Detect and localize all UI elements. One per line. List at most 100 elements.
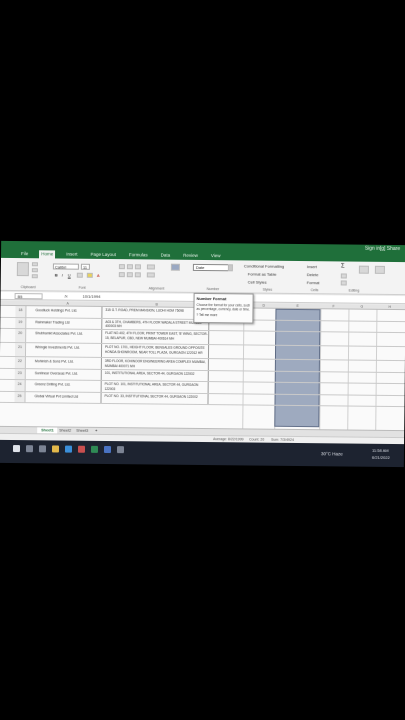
column-header-b[interactable]: B — [155, 303, 157, 307]
group-label-font: Font — [78, 285, 86, 290]
fill-color-icon[interactable] — [86, 272, 93, 278]
file-explorer-icon[interactable] — [51, 445, 60, 453]
company-name-cell[interactable]: Goodluck Holdings Pvt. Ltd. — [34, 306, 103, 318]
clear-icon[interactable] — [340, 280, 347, 286]
align-bottom-icon[interactable] — [134, 264, 141, 270]
address-cell[interactable]: 101, INSTITUTIONAL AREA, SECTOR-44, GURG… — [102, 369, 209, 382]
column-header-e[interactable]: E — [296, 304, 298, 308]
company-name-cell[interactable]: Rainmaker Trading Ltd — [34, 317, 103, 329]
row-number[interactable]: 18 — [15, 306, 27, 317]
row-number[interactable]: 20 — [15, 329, 27, 343]
tooltip-more-link[interactable]: ? Tell me more — [196, 313, 250, 318]
address-cell[interactable]: PLOT NO. 101, INSTITUTIONAL AREA, SECTOR… — [102, 380, 209, 393]
font-name-value: Calibri — [54, 264, 67, 270]
ribbon: Calibri 11 B I U A Date Conditional Form… — [0, 257, 405, 296]
delete-cells-button[interactable]: Delete — [307, 272, 319, 277]
row-number[interactable]: 19 — [15, 317, 27, 329]
clock-time[interactable]: 11:58 AM — [372, 448, 389, 453]
tab-file[interactable]: File — [19, 250, 30, 258]
search-icon[interactable] — [25, 445, 34, 453]
bold-icon[interactable]: B — [55, 272, 58, 277]
tab-view[interactable]: View — [209, 252, 223, 260]
company-name-cell[interactable]: Greenz Drilling Pvt. Ltd. — [33, 380, 102, 392]
word-icon[interactable] — [103, 445, 112, 454]
format-as-table-button[interactable]: Format as Table — [248, 271, 277, 276]
address-cell[interactable]: FLAT NO.402, 4TH FLOOR, PRINT TOWER EAST… — [103, 329, 210, 345]
cell-styles-button[interactable]: Cell Styles — [248, 279, 267, 284]
status-sum: Sum: 7/3/4924 — [271, 437, 294, 442]
tab-home[interactable]: Home — [39, 250, 56, 259]
company-name-cell[interactable]: Whingle Investments Pvt. Ltd. — [33, 343, 103, 357]
find-select-icon[interactable] — [374, 265, 385, 274]
company-name-cell[interactable]: Sunlinear Overseas Pvt. Ltd. — [33, 368, 102, 380]
borders-icon[interactable] — [76, 272, 83, 278]
address-cell[interactable]: 3RD FLOOR, KOHINOOR ENGINEERING AREA COM… — [102, 357, 209, 370]
font-size-select[interactable]: 11 — [80, 263, 90, 270]
clock-date[interactable]: 6/21/2022 — [372, 455, 390, 460]
help-icon: ? — [196, 312, 199, 317]
insert-cells-button[interactable]: Insert — [307, 264, 317, 269]
cut-icon[interactable] — [31, 262, 38, 267]
row-number[interactable]: 22 — [14, 357, 26, 368]
worksheet-grid[interactable]: 18 Goodluck Holdings Pvt. Ltd. 315 G.T. … — [0, 305, 405, 431]
tab-data[interactable]: Data — [159, 252, 173, 260]
copy-icon[interactable] — [31, 268, 38, 273]
format-cells-button[interactable]: Format — [307, 280, 320, 285]
company-name-cell[interactable]: Shubhamkt Associates Pvt. Ltd. — [34, 329, 103, 343]
tab-insert[interactable]: Insert — [64, 251, 79, 259]
row-number[interactable]: 21 — [14, 343, 27, 357]
column-header-g[interactable]: G — [360, 305, 363, 309]
autosum-icon[interactable]: Σ — [341, 263, 345, 269]
column-header-h[interactable]: H — [388, 305, 391, 309]
fill-icon[interactable] — [340, 273, 347, 279]
group-label-alignment: Alignment — [148, 286, 165, 291]
share-button[interactable]: [g] Share — [380, 246, 400, 252]
italic-icon[interactable]: I — [62, 273, 63, 278]
weather-widget[interactable]: 30°C Haze — [321, 451, 343, 456]
column-header-a[interactable]: A — [66, 302, 68, 306]
align-middle-icon[interactable] — [126, 264, 133, 270]
tooltip-body: Choose the format for your cells, such a… — [196, 302, 251, 312]
address-cell[interactable]: PLOT NO. 33, INSTITUTIONAL SECTOR 44, GU… — [102, 392, 209, 405]
sort-filter-icon[interactable] — [358, 265, 369, 274]
wrap-text-icon[interactable] — [146, 264, 155, 270]
number-format-dropdown-icon[interactable] — [227, 264, 233, 272]
formula-input[interactable]: 10/1/1994 — [83, 294, 101, 299]
merge-center-icon[interactable] — [146, 272, 155, 278]
company-name-cell[interactable]: Mohinish & Sons Pvt. Ltd. — [33, 357, 102, 369]
group-label-editing: Editing — [348, 288, 360, 293]
align-center-icon[interactable] — [126, 272, 133, 278]
tab-review[interactable]: Review — [181, 252, 200, 260]
align-left-icon[interactable] — [118, 272, 125, 278]
sign-in-link[interactable]: Sign in — [365, 246, 380, 252]
windows-start-icon[interactable] — [12, 445, 21, 453]
edge-icon[interactable] — [64, 445, 73, 453]
mail-icon[interactable] — [116, 446, 125, 454]
underline-icon[interactable]: U — [68, 273, 71, 278]
tooltip-title: Number Format — [196, 295, 227, 302]
row-number[interactable]: 25 — [14, 391, 26, 403]
row-number[interactable]: 24 — [14, 380, 26, 391]
tooltip-more-label: Tell me more — [198, 312, 218, 318]
group-label-clipboard: Clipboard — [20, 285, 36, 290]
task-view-icon[interactable] — [38, 445, 47, 453]
font-name-select[interactable]: Calibri — [52, 263, 79, 270]
name-box[interactable]: B5 — [14, 293, 43, 300]
orientation-icon[interactable] — [170, 263, 180, 271]
column-header-d[interactable]: D — [262, 304, 265, 308]
align-right-icon[interactable] — [134, 272, 141, 278]
excel-icon[interactable] — [90, 445, 99, 453]
fx-icon[interactable]: fx — [65, 294, 68, 299]
paste-button[interactable] — [16, 262, 29, 277]
status-average: Average: 8/22/1999 — [213, 437, 244, 442]
format-painter-icon[interactable] — [31, 274, 38, 279]
company-name-cell[interactable]: Global Virtual Pvt Limited Ltd — [33, 391, 102, 403]
conditional-formatting-button[interactable]: Conditional Formatting — [244, 263, 284, 268]
chrome-icon[interactable] — [77, 445, 86, 453]
tab-formulas[interactable]: Formulas — [127, 251, 150, 259]
address-cell[interactable]: PLOT NO. 1701, HEIGHT FLOOR, BENGALES GR… — [102, 343, 210, 359]
align-top-icon[interactable] — [118, 264, 125, 270]
row-number[interactable]: 23 — [14, 368, 26, 380]
font-color-icon[interactable]: A — [97, 273, 100, 278]
column-header-f[interactable]: F — [332, 304, 334, 308]
